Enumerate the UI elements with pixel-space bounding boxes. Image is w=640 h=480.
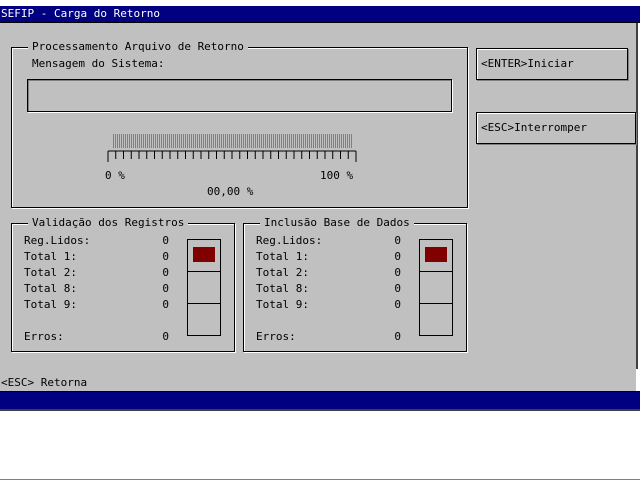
validation-frame: Validação dos Registros Reg.Lidos: 0 Total… [11, 216, 235, 352]
inclusion-active-indicator [425, 247, 447, 262]
scale-min-label: 0 % [105, 169, 125, 182]
status-text: Carga de Retorno [273, 409, 380, 422]
stat-label: Total 2: [256, 266, 309, 279]
validation-indicator-cell [188, 272, 220, 304]
validation-indicator-stack [187, 239, 221, 336]
percent-readout: 00,00 % [207, 185, 254, 198]
stat-value: 0 [162, 282, 169, 295]
stat-label: Reg.Lidos: [256, 234, 323, 247]
hint-row: <ESC> Retorna [0, 367, 636, 391]
stat-label: Total 9: [256, 298, 309, 311]
stat-value: 0 [162, 234, 169, 247]
status-bar: Carga de Retorno [0, 391, 640, 422]
stat-label: Total 8: [256, 282, 309, 295]
inclusion-indicator-stack [419, 239, 453, 336]
inclusion-indicator-cell [420, 240, 452, 272]
stat-value: 0 [394, 298, 401, 311]
stat-value: 0 [394, 330, 401, 343]
validation-indicator-cell [188, 240, 220, 272]
stat-value: 0 [394, 266, 401, 279]
stat-value: 0 [162, 250, 169, 263]
stat-label: Total 9: [24, 298, 77, 311]
stat-label: Total 1: [24, 250, 77, 263]
return-hint[interactable]: <ESC> Retorna [1, 376, 87, 389]
message-label: Mensagem do Sistema: [32, 57, 165, 70]
stat-label: Erros: [256, 330, 296, 343]
progress-scale [107, 150, 357, 162]
stat-value: 0 [394, 234, 401, 247]
stat-label: Erros: [24, 330, 64, 343]
validation-legend: Validação dos Registros [28, 216, 189, 229]
progress-bar [113, 134, 353, 148]
stat-value: 0 [162, 298, 169, 311]
window-title: SEFIP - Carga do Retorno [1, 7, 160, 20]
inclusion-frame: Inclusão Base de Dados Reg.Lidos: 0 Total … [243, 216, 467, 352]
inclusion-legend: Inclusão Base de Dados [260, 216, 414, 229]
inclusion-indicator-cell [420, 272, 452, 304]
stat-value: 0 [162, 330, 169, 343]
inclusion-indicator-cell [420, 304, 452, 335]
stat-value: 0 [394, 250, 401, 263]
interrupt-button[interactable]: <ESC>Interromper [476, 112, 636, 144]
system-message-box [27, 79, 452, 112]
validation-indicator-cell [188, 304, 220, 335]
stat-label: Total 2: [24, 266, 77, 279]
stat-label: Total 8: [24, 282, 77, 295]
stat-value: 0 [162, 266, 169, 279]
stat-value: 0 [394, 282, 401, 295]
stat-label: Reg.Lidos: [24, 234, 91, 247]
main-panel: Processamento Arquivo de Retorno Mensage… [0, 23, 638, 369]
start-button[interactable]: <ENTER>Iniciar [476, 48, 628, 80]
scale-max-label: 100 % [320, 169, 354, 182]
processing-legend: Processamento Arquivo de Retorno [28, 40, 248, 53]
processing-frame: Processamento Arquivo de Retorno Mensage… [11, 40, 468, 208]
title-bar: SEFIP - Carga do Retorno [0, 6, 640, 23]
stat-label: Total 1: [256, 250, 309, 263]
validation-active-indicator [193, 247, 215, 262]
